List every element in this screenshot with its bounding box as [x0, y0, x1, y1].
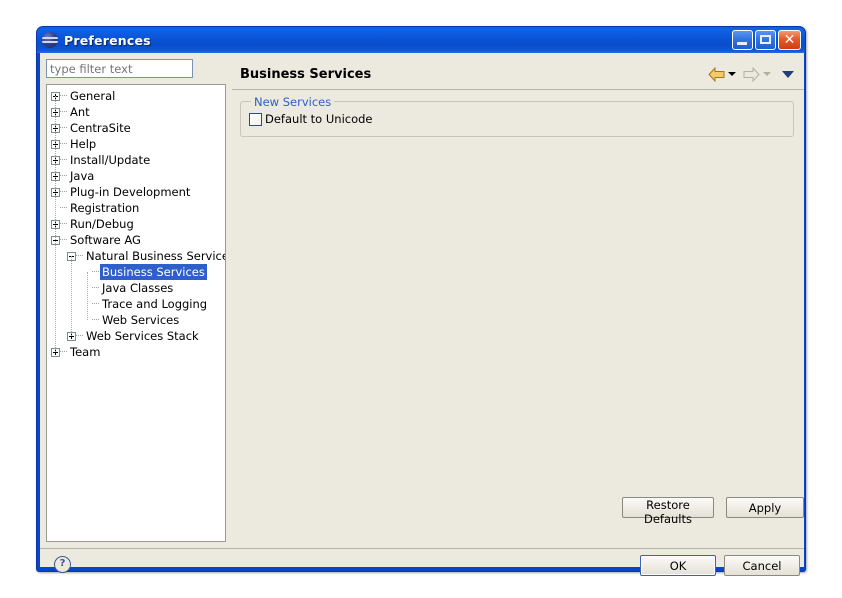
- cancel-button[interactable]: Cancel: [724, 555, 800, 576]
- tree-connector: [60, 168, 68, 184]
- tree-connector: [92, 264, 100, 280]
- filter-input[interactable]: [46, 59, 193, 78]
- tree-item-install-update[interactable]: Install/Update: [47, 152, 225, 168]
- forward-arrow-icon: [743, 66, 760, 82]
- eclipse-logo-icon: [42, 32, 58, 48]
- tree-item-plug-in-development[interactable]: Plug-in Development: [47, 184, 225, 200]
- preference-tree-panel[interactable]: General Ant CentraSite Help Install/Update Ja…: [46, 84, 226, 542]
- header-divider: [232, 89, 804, 90]
- tree-item-label: Web Services Stack: [86, 329, 199, 343]
- maximize-button[interactable]: [755, 30, 776, 50]
- close-button[interactable]: ✕: [778, 30, 801, 50]
- dropdown-chevron-icon[interactable]: [782, 70, 794, 78]
- tree-guide-line: [87, 272, 88, 320]
- preferences-dialog: Preferences ✕ General Ant CentraSite Help In…: [36, 26, 806, 576]
- tree-item-web-services[interactable]: Web Services: [47, 312, 225, 328]
- tree-item-label: Run/Debug: [70, 217, 134, 231]
- tree-item-business-services[interactable]: Business Services: [47, 264, 225, 280]
- tree-item-java-classes[interactable]: Java Classes: [47, 280, 225, 296]
- tree-connector: [92, 296, 100, 312]
- tree-connector: [76, 248, 84, 264]
- tree-item-run-debug[interactable]: Run/Debug: [47, 216, 225, 232]
- new-services-group: New Services Default to Unicode: [240, 95, 794, 137]
- tree-item-label: Java: [70, 169, 95, 183]
- tree-connector: [60, 232, 68, 248]
- tree-item-team[interactable]: Team: [47, 344, 225, 360]
- tree-item-natural-business-services[interactable]: Natural Business Services: [47, 248, 225, 264]
- content-header: Business Services: [232, 59, 804, 89]
- tree-item-general[interactable]: General: [47, 88, 225, 104]
- tree-connector: [92, 280, 100, 296]
- tree-item-label: Natural Business Services: [86, 249, 226, 263]
- preference-tree: General Ant CentraSite Help Install/Update Ja…: [47, 85, 225, 360]
- tree-item-label: Install/Update: [70, 153, 151, 167]
- dialog-client-area: General Ant CentraSite Help Install/Update Ja…: [40, 53, 804, 576]
- tree-item-trace-and-logging[interactable]: Trace and Logging: [47, 296, 225, 312]
- tree-connector: [60, 216, 68, 232]
- title-bar[interactable]: Preferences ✕: [37, 27, 805, 53]
- tree-item-web-services-stack[interactable]: Web Services Stack: [47, 328, 225, 344]
- back-dropdown-icon[interactable]: [728, 72, 736, 76]
- tree-connector: [60, 152, 68, 168]
- ok-button[interactable]: OK: [640, 555, 716, 576]
- tree-item-centrasite[interactable]: CentraSite: [47, 120, 225, 136]
- default-to-unicode-label: Default to Unicode: [265, 112, 373, 126]
- tree-item-label: Business Services: [100, 264, 207, 280]
- tree-guide-line: [71, 256, 72, 336]
- tree-item-label: Plug-in Development: [70, 185, 191, 199]
- content-pane: Business Services New Services Default t…: [232, 53, 804, 567]
- minimize-button[interactable]: [732, 30, 753, 50]
- tree-item-help[interactable]: Help: [47, 136, 225, 152]
- tree-connector: [60, 200, 68, 216]
- header-navigation: [708, 66, 794, 82]
- tree-item-label: Team: [70, 345, 101, 359]
- restore-defaults-button[interactable]: Restore Defaults: [622, 497, 714, 526]
- tree-connector: [60, 344, 68, 360]
- tree-connector: [60, 184, 68, 200]
- tree-connector: [60, 120, 68, 136]
- footer-divider: [40, 548, 804, 549]
- back-arrow-icon[interactable]: [708, 66, 725, 82]
- tree-connector: [60, 88, 68, 104]
- tree-item-software-ag[interactable]: Software AG: [47, 232, 225, 248]
- tree-item-label: Web Services: [102, 313, 180, 327]
- group-title: New Services: [251, 95, 335, 109]
- page-title: Business Services: [240, 66, 372, 82]
- help-icon[interactable]: ?: [54, 556, 71, 573]
- tree-connector: [76, 328, 84, 344]
- tree-item-label: Software AG: [70, 233, 141, 247]
- tree-item-registration[interactable]: Registration: [47, 200, 225, 216]
- tree-item-label: Help: [70, 137, 97, 151]
- tree-item-ant[interactable]: Ant: [47, 104, 225, 120]
- default-to-unicode-checkbox[interactable]: [249, 112, 262, 126]
- tree-connector: [60, 104, 68, 120]
- window-title: Preferences: [64, 32, 151, 48]
- window-controls: ✕: [732, 30, 801, 50]
- tree-item-label: Java Classes: [102, 281, 174, 295]
- default-to-unicode-row[interactable]: Default to Unicode: [249, 112, 373, 126]
- tree-item-label: Registration: [70, 201, 140, 215]
- tree-item-label: Ant: [70, 105, 90, 119]
- tree-item-label: General: [70, 89, 116, 103]
- apply-button[interactable]: Apply: [726, 497, 804, 518]
- tree-item-label: CentraSite: [70, 121, 131, 135]
- tree-item-label: Trace and Logging: [102, 297, 208, 311]
- tree-connector: [60, 136, 68, 152]
- forward-dropdown-icon: [763, 72, 771, 76]
- tree-item-java[interactable]: Java: [47, 168, 225, 184]
- close-icon: ✕: [783, 32, 796, 48]
- tree-connector: [92, 312, 100, 328]
- tree-guide-line: [55, 96, 56, 352]
